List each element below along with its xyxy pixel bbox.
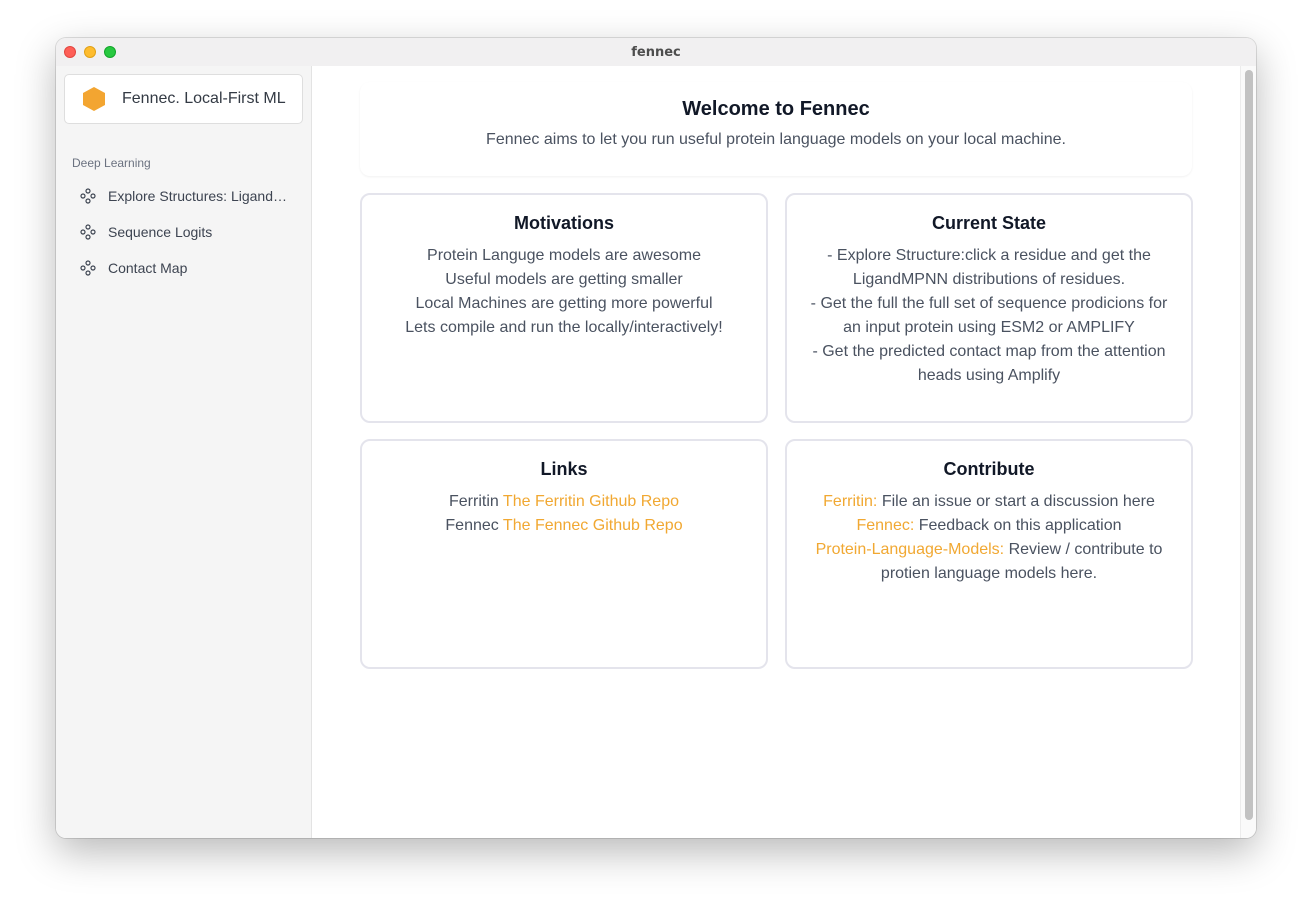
card-body: Protein Languge models are awesome Usefu… — [362, 244, 766, 340]
contribute-row: Protein-Language-Models: Review / contri… — [801, 538, 1177, 586]
sidebar: Fennec. Local-First ML Deep Learning Exp… — [56, 66, 312, 838]
motivation-line: Protein Languge models are awesome — [427, 247, 701, 264]
brand-button[interactable]: Fennec. Local-First ML — [64, 74, 303, 124]
page-title: Welcome to Fennec — [682, 98, 870, 120]
motivation-line: Lets compile and run the locally/interac… — [405, 319, 723, 336]
close-window-button[interactable] — [64, 46, 76, 58]
plm-contribute-link[interactable]: Protein-Language-Models: — [816, 541, 1005, 558]
fennec-repo-link[interactable]: The Fennec Github Repo — [503, 517, 683, 534]
card-body: - Explore Structure:click a residue and … — [787, 244, 1191, 388]
maximize-window-button[interactable] — [104, 46, 116, 58]
sidebar-nav: Explore Structures: Ligand… Sequence Log… — [72, 178, 294, 286]
motivations-card: Motivations Protein Languge models are a… — [360, 193, 768, 423]
motivation-line: Useful models are getting smaller — [445, 271, 683, 288]
app-window: fennec Fennec. Local-First ML Deep Learn… — [56, 38, 1256, 838]
welcome-panel: Welcome to Fennec Fennec aims to let you… — [360, 82, 1192, 176]
title-bar[interactable]: fennec — [56, 38, 1256, 66]
motivation-line: Local Machines are getting more powerful — [415, 295, 713, 312]
link-prefix: Ferritin — [448, 493, 499, 510]
state-line: - Get the predicted contact map from the… — [812, 343, 1166, 384]
card-body: Ferritin: File an issue or start a discu… — [787, 490, 1191, 586]
contribute-card: Contribute Ferritin: File an issue or st… — [785, 439, 1193, 669]
card-title: Motivations — [513, 213, 614, 233]
card-body: Ferritin The Ferritin Github Repo Fennec… — [362, 490, 766, 538]
sidebar-item-label: Contact Map — [108, 260, 188, 276]
links-card: Links Ferritin The Ferritin Github Repo … — [360, 439, 768, 669]
main-content: Welcome to Fennec Fennec aims to let you… — [312, 66, 1240, 838]
sidebar-item-contact-map[interactable]: Contact Map — [72, 250, 294, 286]
hexagon-logo-icon — [82, 86, 106, 112]
welcome-subtitle: Fennec aims to let you run useful protei… — [486, 131, 1066, 148]
contribute-row: Ferritin: File an issue or start a discu… — [801, 490, 1177, 514]
card-title: Links — [540, 459, 588, 479]
card-title: Current State — [931, 213, 1047, 233]
card-title: Contribute — [943, 459, 1035, 479]
sidebar-item-explore-structures[interactable]: Explore Structures: Ligand… — [72, 178, 294, 214]
link-row: Ferritin The Ferritin Github Repo — [376, 490, 752, 514]
scrollbar-thumb[interactable] — [1245, 70, 1253, 820]
link-prefix: Fennec — [445, 517, 499, 534]
state-line: - Get the full the full set of sequence … — [810, 295, 1168, 336]
molecule-icon — [80, 188, 96, 204]
molecule-icon — [80, 224, 96, 240]
molecule-icon — [80, 260, 96, 276]
state-line: - Explore Structure:click a residue and … — [827, 247, 1151, 288]
ferritin-contribute-link[interactable]: Ferritin: — [823, 493, 877, 510]
contribute-text: Feedback on this application — [918, 517, 1122, 534]
contribute-text: File an issue or start a discussion here — [881, 493, 1155, 510]
link-row: Fennec The Fennec Github Repo — [376, 514, 752, 538]
sidebar-item-sequence-logits[interactable]: Sequence Logits — [72, 214, 294, 250]
contribute-row: Fennec: Feedback on this application — [801, 514, 1177, 538]
sidebar-item-label: Explore Structures: Ligand… — [108, 188, 287, 204]
vertical-scrollbar[interactable] — [1240, 66, 1256, 838]
ferritin-repo-link[interactable]: The Ferritin Github Repo — [503, 493, 679, 510]
sidebar-item-label: Sequence Logits — [108, 224, 213, 240]
section-label-deep-learning: Deep Learning — [72, 156, 151, 170]
window-title: fennec — [631, 44, 681, 60]
current-state-card: Current State - Explore Structure:click … — [785, 193, 1193, 423]
window-controls — [64, 46, 116, 58]
fennec-contribute-link[interactable]: Fennec: — [856, 517, 914, 534]
brand-title: Fennec. Local-First ML — [122, 90, 286, 107]
minimize-window-button[interactable] — [84, 46, 96, 58]
